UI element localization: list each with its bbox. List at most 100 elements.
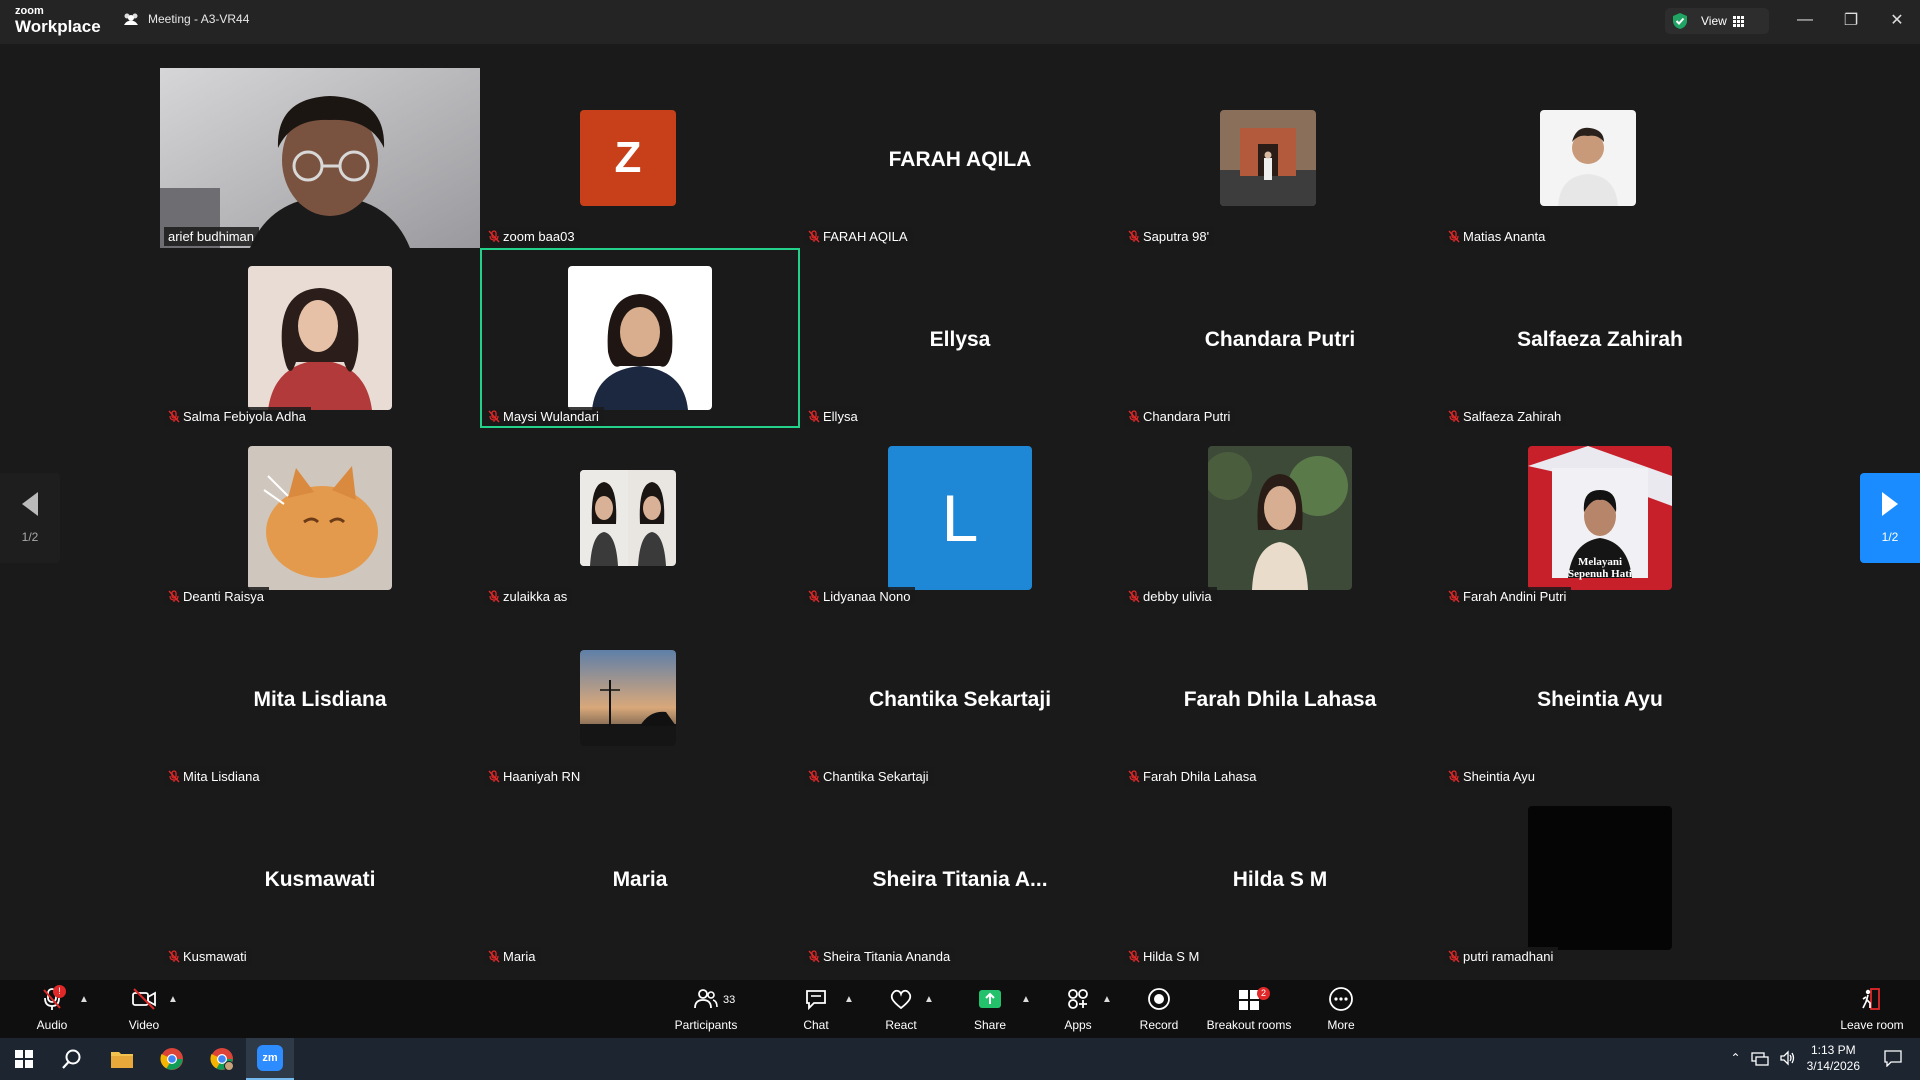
participant-nameplate: zulaikka as <box>484 587 573 606</box>
participant-name: Maria <box>503 949 536 964</box>
taskbar-clock[interactable]: 1:13 PM 3/14/2026 <box>1807 1042 1860 1074</box>
network-icon[interactable] <box>1750 1050 1769 1066</box>
chat-icon <box>806 990 826 1011</box>
file-explorer-button[interactable] <box>98 1038 146 1080</box>
close-icon[interactable]: ✕ <box>1874 0 1920 40</box>
arrow-right-icon <box>1882 492 1898 516</box>
windows-logo-icon <box>15 1050 33 1068</box>
windows-taskbar: zm ⌃ 1:13 PM 3/14/2026 <box>0 1038 1920 1080</box>
logo-small-text: zoom <box>15 5 44 17</box>
zoom-app-icon: zm <box>257 1045 283 1071</box>
share-button[interactable]: Share <box>970 980 1010 1038</box>
participant-tile[interactable]: arief budhiman <box>160 68 480 248</box>
participant-tile[interactable]: Haaniyah RN <box>480 608 800 788</box>
participant-tile[interactable]: Salfaeza Zahirah Salfaeza Zahirah <box>1440 248 1760 428</box>
microphone-muted-icon <box>1128 410 1140 423</box>
participants-button[interactable]: Participants 33 <box>668 980 744 1038</box>
participant-tile[interactable]: Maria Maria <box>480 788 800 968</box>
participant-name: Farah Dhila Lahasa <box>1143 769 1257 784</box>
page-indicator-left: 1/2 <box>21 530 39 544</box>
participant-tile[interactable]: Sheintia Ayu Sheintia Ayu <box>1440 608 1760 788</box>
leave-door-icon <box>1862 988 1880 1010</box>
microphone-muted-icon <box>488 770 500 783</box>
participant-tile[interactable]: Chantika Sekartaji Chantika Sekartaji <box>800 608 1120 788</box>
participant-tile[interactable]: Hilda S M Hilda S M <box>1120 788 1440 968</box>
more-button[interactable]: More <box>1321 980 1361 1038</box>
participant-tile[interactable]: Maysi Wulandari <box>480 248 800 428</box>
chat-button[interactable]: Chat <box>796 980 836 1038</box>
participant-tile[interactable]: putri ramadhani <box>1440 788 1760 968</box>
chrome-profile-icon <box>210 1048 234 1071</box>
react-options-caret[interactable]: ▲ <box>924 994 934 1005</box>
participant-tile[interactable]: L Lidyanaa Nono <box>800 428 1120 608</box>
participant-tile[interactable]: Ellysa Ellysa <box>800 248 1120 428</box>
audio-button[interactable]: Audio ! <box>32 980 72 1038</box>
arrow-left-icon <box>22 492 38 516</box>
meeting-title[interactable]: Meeting - A3-VR44 <box>122 12 249 26</box>
participant-tile[interactable]: Zzoom baa03 <box>480 68 800 248</box>
participant-name: Sheira Titania Ananda <box>823 949 951 964</box>
heart-icon <box>890 989 912 1010</box>
apps-options-caret[interactable]: ▲ <box>1102 994 1112 1005</box>
taskbar-search-button[interactable] <box>48 1038 96 1080</box>
participant-tile[interactable]: Salma Febiyola Adha <box>160 248 480 428</box>
restore-icon[interactable]: ❐ <box>1828 0 1874 40</box>
audio-options-caret[interactable]: ▲ <box>79 994 89 1005</box>
microphone-muted-icon <box>168 950 180 963</box>
participant-tile[interactable]: Kusmawati Kusmawati <box>160 788 480 968</box>
microphone-muted-icon <box>1128 770 1140 783</box>
participant-display-name: FARAH AQILA <box>888 148 1032 171</box>
chevron-up-icon[interactable]: ⌃ <box>1731 1051 1741 1065</box>
volume-icon[interactable] <box>1779 1050 1797 1066</box>
chrome-icon <box>160 1048 183 1070</box>
participant-tile[interactable]: Farah Dhila Lahasa Farah Dhila Lahasa <box>1120 608 1440 788</box>
zoom-taskbar-button[interactable]: zm <box>246 1038 294 1080</box>
participant-profile-photo <box>248 266 392 410</box>
react-button[interactable]: React <box>881 980 921 1038</box>
participant-tile[interactable]: zulaikka as <box>480 428 800 608</box>
participant-tile[interactable]: Matias Ananta <box>1440 68 1760 248</box>
participant-tile[interactable]: Saputra 98' <box>1120 68 1440 248</box>
video-button[interactable]: Video <box>124 980 164 1038</box>
participant-tile[interactable]: FARAH AQILA FARAH AQILA <box>800 68 1120 248</box>
participant-profile-photo <box>248 446 392 590</box>
participant-tile[interactable]: Mita Lisdiana Mita Lisdiana <box>160 608 480 788</box>
participant-name: Hilda S M <box>1143 949 1200 964</box>
record-button[interactable]: Record <box>1138 980 1180 1038</box>
participant-nameplate: Sheira Titania Ananda <box>804 947 956 966</box>
notification-button[interactable] <box>1884 1049 1902 1072</box>
participant-name: Matias Ananta <box>1463 229 1546 244</box>
share-label: Share <box>973 1018 1007 1032</box>
participant-nameplate: Saputra 98' <box>1124 227 1215 246</box>
video-options-caret[interactable]: ▲ <box>168 994 178 1005</box>
start-button[interactable] <box>0 1038 48 1080</box>
breakout-rooms-button[interactable]: Breakout rooms 2 <box>1202 980 1296 1038</box>
participant-video <box>160 68 480 248</box>
leave-room-button[interactable]: Leave room <box>1836 980 1908 1038</box>
participant-tile[interactable]: debby ulivia <box>1120 428 1440 608</box>
shield-check-icon[interactable] <box>1671 12 1689 30</box>
participant-profile-photo: Melayani Sepenuh Hati <box>1528 446 1672 590</box>
participant-tile[interactable]: Deanti Raisya <box>160 428 480 608</box>
share-options-caret[interactable]: ▲ <box>1021 994 1031 1005</box>
participant-nameplate: Maysi Wulandari <box>484 407 604 426</box>
participant-tile[interactable]: Sheira Titania A... Sheira Titania Ananda <box>800 788 1120 968</box>
microphone-muted-icon <box>1448 770 1460 783</box>
participant-display-name: Mita Lisdiana <box>253 688 387 711</box>
participant-tile[interactable]: Chandara Putri Chandara Putri <box>1120 248 1440 428</box>
chrome-button[interactable] <box>148 1038 196 1080</box>
participant-nameplate: zoom baa03 <box>484 227 580 246</box>
participants-label: Participants <box>674 1018 738 1032</box>
next-page-button[interactable]: 1/2 <box>1860 473 1920 563</box>
apps-button[interactable]: Apps <box>1058 980 1098 1038</box>
participant-nameplate: Matias Ananta <box>1444 227 1551 246</box>
chat-options-caret[interactable]: ▲ <box>844 994 854 1005</box>
participant-profile-photo <box>1528 806 1672 950</box>
previous-page-button[interactable]: 1/2 <box>0 473 60 563</box>
participant-tile[interactable]: Melayani Sepenuh Hati Farah Andini Putri <box>1440 428 1760 608</box>
view-button[interactable]: View <box>1701 14 1744 28</box>
chrome-profile-button[interactable] <box>198 1038 246 1080</box>
participant-profile-photo <box>580 470 676 566</box>
microphone-muted-icon <box>1128 230 1140 243</box>
minimize-icon[interactable]: — <box>1782 0 1828 40</box>
